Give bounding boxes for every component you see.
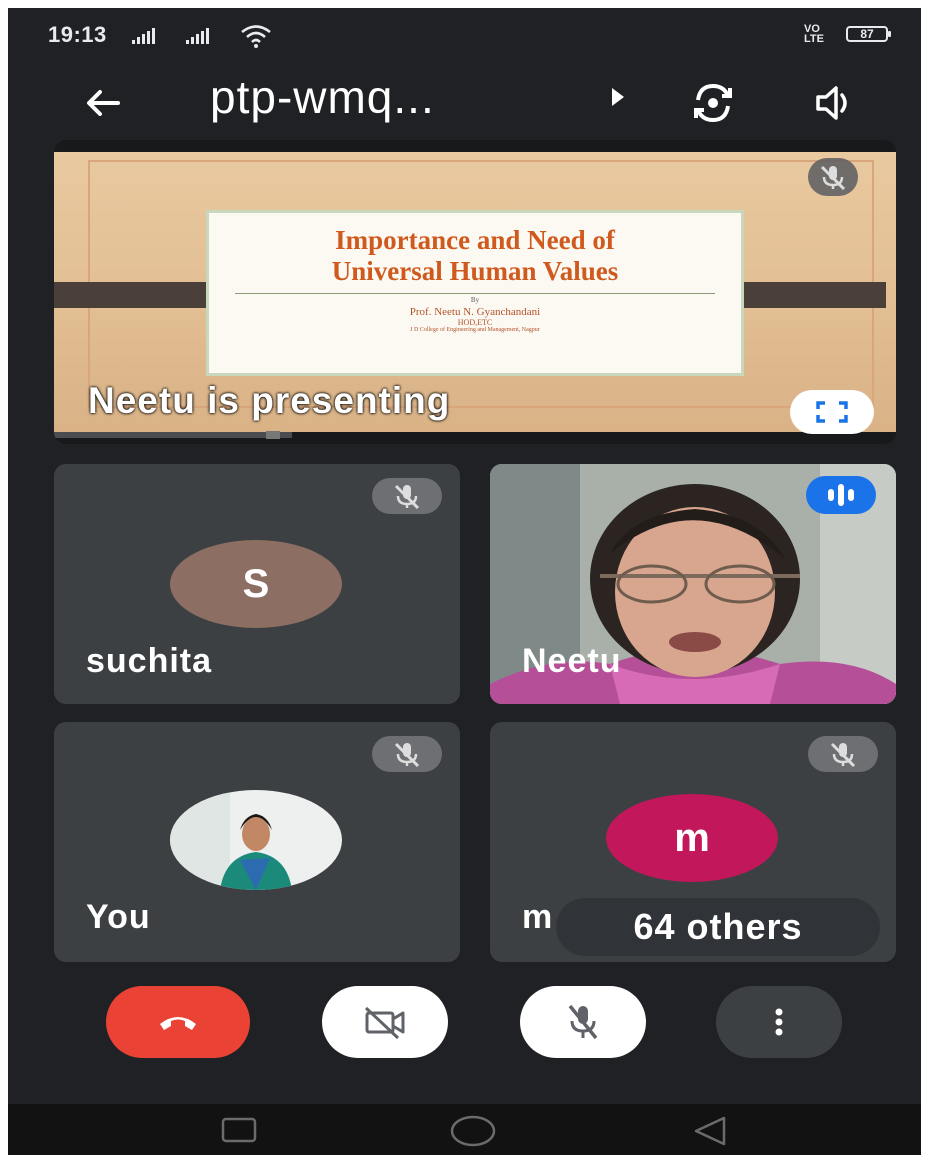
presentation-tile[interactable]: Importance and Need of Universal Human V… [54, 140, 896, 444]
call-header: ptp-wmq... [8, 64, 921, 144]
mic-off-icon [808, 736, 878, 772]
more-options-icon [775, 1008, 783, 1036]
participant-name: You [86, 898, 151, 936]
slide-title-line1: Importance and Need of [335, 225, 615, 255]
slide: Importance and Need of Universal Human V… [206, 210, 744, 376]
camera-off-icon [364, 1006, 405, 1040]
wifi-icon [241, 25, 271, 48]
avatar: m [606, 794, 778, 882]
avatar: S [170, 540, 342, 628]
caret-right-icon[interactable] [612, 88, 624, 106]
mic-off-icon [568, 1004, 598, 1040]
back-nav-icon[interactable] [688, 1114, 732, 1148]
home-icon[interactable] [448, 1114, 498, 1148]
participant-name: m [522, 898, 554, 936]
participant-tile-neetu[interactable]: Neetu [490, 464, 896, 704]
speaking-indicator-icon [806, 476, 876, 514]
end-call-button[interactable] [106, 986, 250, 1058]
meeting-title[interactable]: ptp-wmq... [210, 70, 435, 124]
recent-apps-icon[interactable] [220, 1116, 260, 1146]
slide-bar-left [54, 282, 224, 308]
slide-by: By [470, 296, 480, 304]
slide-bar-right [726, 282, 886, 308]
participant-tile-m[interactable]: m m 64 others [490, 722, 896, 962]
mic-off-icon [372, 478, 442, 514]
slide-author: Prof. Neetu N. Gyanchandani [409, 306, 541, 318]
slide-title-line2: Universal Human Values [331, 256, 619, 286]
mic-toggle-button[interactable] [520, 986, 646, 1058]
status-bar: 19:13 VO LTE 87 [8, 8, 921, 64]
signal-2-icon [186, 28, 209, 44]
others-chip[interactable]: 64 others [556, 898, 880, 956]
mic-off-icon [372, 736, 442, 772]
participant-name: Neetu [522, 642, 622, 680]
progress-track [54, 431, 292, 439]
signal-1-icon [132, 28, 155, 44]
avatar [170, 790, 342, 890]
back-arrow-icon[interactable] [78, 78, 128, 128]
participant-name: suchita [86, 642, 213, 680]
slide-college: J D College of Engineering and Managemen… [410, 327, 540, 333]
battery-icon: 87 [846, 26, 891, 42]
progress-knob [266, 431, 280, 439]
more-options-button[interactable] [716, 986, 842, 1058]
mic-off-icon [808, 158, 858, 196]
presenting-label: Neetu is presenting [88, 380, 451, 421]
switch-camera-icon[interactable] [688, 78, 738, 128]
slide-dept: HOD,ETC [457, 318, 493, 327]
participant-tile-you[interactable]: You [54, 722, 460, 962]
fullscreen-icon[interactable] [790, 390, 874, 434]
status-time: 19:13 [48, 22, 107, 47]
end-call-icon [160, 1017, 196, 1030]
android-nav-bar [8, 1104, 921, 1155]
volte-indicator: VO LTE [804, 23, 824, 45]
camera-toggle-button[interactable] [322, 986, 448, 1058]
speaker-icon[interactable] [810, 78, 860, 128]
slide-rule [235, 293, 715, 294]
meet-call-screen: 19:13 VO LTE 87 ptp-wmq... Importance an… [8, 8, 921, 1155]
participant-tile-suchita[interactable]: S suchita [54, 464, 460, 704]
